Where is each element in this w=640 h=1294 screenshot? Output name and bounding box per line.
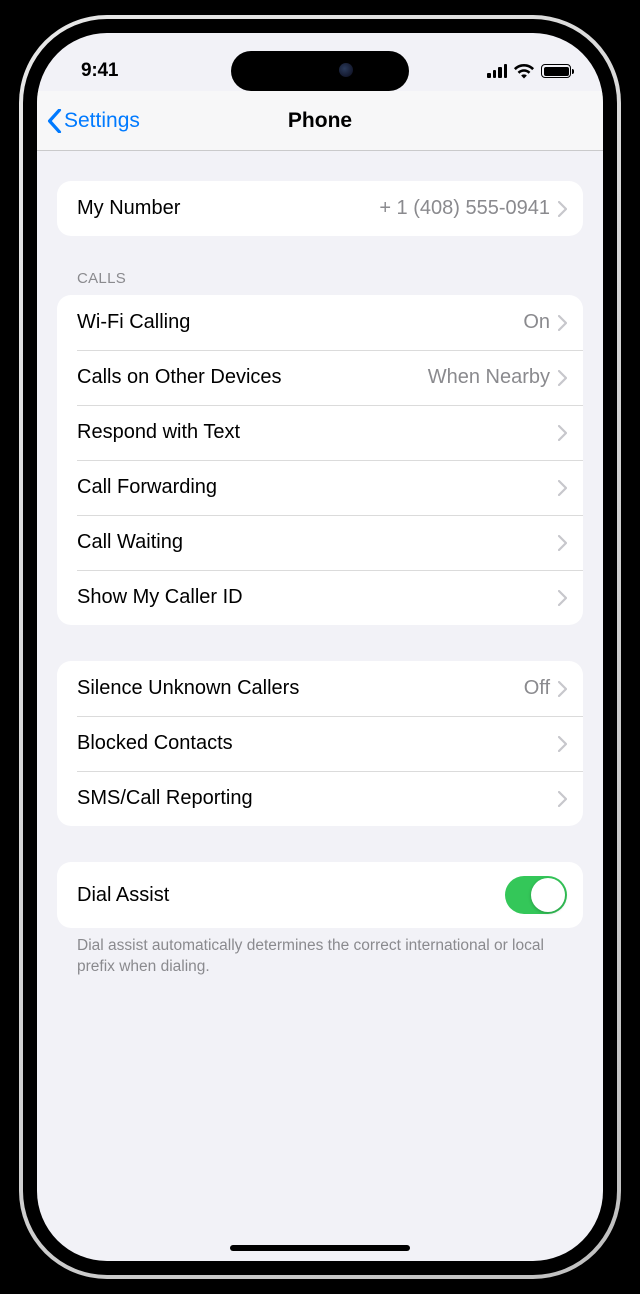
status-time: 9:41: [81, 60, 118, 82]
chevron-right-icon: [558, 791, 567, 807]
row-label: Call Forwarding: [77, 476, 558, 499]
show-caller-id-row[interactable]: Show My Caller ID: [57, 570, 583, 625]
row-value: When Nearby: [428, 366, 550, 389]
chevron-right-icon: [558, 480, 567, 496]
dial-assist-row: Dial Assist: [57, 862, 583, 928]
silence-unknown-callers-row[interactable]: Silence Unknown Callers Off: [57, 661, 583, 716]
chevron-right-icon: [558, 590, 567, 606]
sms-call-reporting-row[interactable]: SMS/Call Reporting: [57, 771, 583, 826]
my-number-group: My Number + 1 (408) 555-0941: [57, 181, 583, 236]
home-indicator[interactable]: [230, 1245, 410, 1251]
row-label: SMS/Call Reporting: [77, 787, 558, 810]
screen: 9:41: [37, 33, 603, 1261]
back-button[interactable]: Settings: [37, 109, 140, 133]
dial-assist-group: Dial Assist: [57, 862, 583, 928]
respond-with-text-row[interactable]: Respond with Text: [57, 405, 583, 460]
chevron-right-icon: [558, 736, 567, 752]
wifi-icon: [514, 64, 534, 79]
dial-assist-label: Dial Assist: [77, 884, 505, 907]
row-label: Respond with Text: [77, 421, 558, 444]
row-label: Silence Unknown Callers: [77, 677, 524, 700]
calls-group: Wi-Fi Calling On Calls on Other Devices …: [57, 295, 583, 625]
chevron-right-icon: [558, 315, 567, 331]
my-number-row[interactable]: My Number + 1 (408) 555-0941: [57, 181, 583, 236]
row-label: Wi-Fi Calling: [77, 311, 523, 334]
toggle-knob-icon: [531, 878, 565, 912]
device-inner: 9:41: [23, 19, 617, 1275]
call-forwarding-row[interactable]: Call Forwarding: [57, 460, 583, 515]
device-bezel: 9:41: [19, 15, 621, 1279]
my-number-value: + 1 (408) 555-0941: [379, 197, 550, 220]
chevron-right-icon: [558, 535, 567, 551]
call-waiting-row[interactable]: Call Waiting: [57, 515, 583, 570]
battery-icon: [541, 64, 571, 78]
row-label: Blocked Contacts: [77, 732, 558, 755]
calls-section-header: CALLS: [57, 270, 583, 295]
chevron-left-icon: [47, 109, 62, 133]
back-label: Settings: [64, 109, 140, 133]
row-label: Show My Caller ID: [77, 586, 558, 609]
cellular-signal-icon: [487, 64, 507, 78]
blocked-contacts-row[interactable]: Blocked Contacts: [57, 716, 583, 771]
chevron-right-icon: [558, 681, 567, 697]
chevron-right-icon: [558, 201, 567, 217]
chevron-right-icon: [558, 370, 567, 386]
front-camera-icon: [339, 63, 353, 77]
status-icons: [487, 64, 571, 79]
chevron-right-icon: [558, 425, 567, 441]
settings-content: My Number + 1 (408) 555-0941 CALLS Wi-Fi…: [37, 151, 603, 1261]
nav-bar: Settings Phone: [37, 91, 603, 151]
wifi-calling-row[interactable]: Wi-Fi Calling On: [57, 295, 583, 350]
device-frame: 9:41: [0, 0, 640, 1294]
my-number-label: My Number: [77, 197, 379, 220]
blocking-group: Silence Unknown Callers Off Blocked Cont…: [57, 661, 583, 826]
dial-assist-footer: Dial assist automatically determines the…: [57, 928, 583, 978]
calls-other-devices-row[interactable]: Calls on Other Devices When Nearby: [57, 350, 583, 405]
row-value: On: [523, 311, 550, 334]
dial-assist-toggle[interactable]: [505, 876, 567, 914]
dynamic-island: [231, 51, 409, 91]
row-value: Off: [524, 677, 550, 700]
row-label: Calls on Other Devices: [77, 366, 428, 389]
row-label: Call Waiting: [77, 531, 558, 554]
